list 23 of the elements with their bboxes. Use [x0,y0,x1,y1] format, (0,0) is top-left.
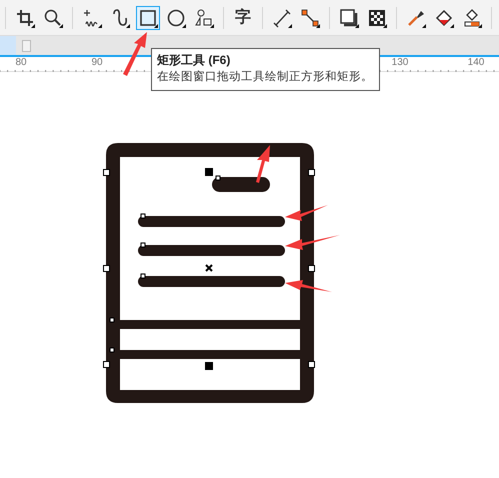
ellipse-icon [166,8,186,28]
arrow-annotation [120,30,150,76]
zoom-icon [43,8,63,28]
ruler-label: 80 [15,57,27,69]
ruler-label: 90 [91,57,103,69]
shadow-icon [339,8,359,28]
freehand-icon [82,8,102,28]
curve-icon [110,8,130,28]
ruler-label: 130 [392,57,408,69]
tooltip-title: 矩形工具 (F6) [157,52,232,69]
paint-bucket-icon [434,8,454,28]
fill-tool-icon [462,8,482,28]
tooltip-description: 在绘图窗口拖动工具绘制正方形和矩形。 [157,69,374,85]
dimension-line-icon [272,8,292,28]
ruler-label: 140 [468,57,484,69]
crop-icon [15,8,35,28]
checkerboard-icon [367,8,387,28]
shapes-icon [194,8,214,28]
tool-button[interactable] [136,6,160,30]
page-icon [22,40,31,52]
connector-icon [300,8,320,28]
rectangle-icon [138,8,158,28]
tool-button[interactable]: 字 [231,6,255,30]
